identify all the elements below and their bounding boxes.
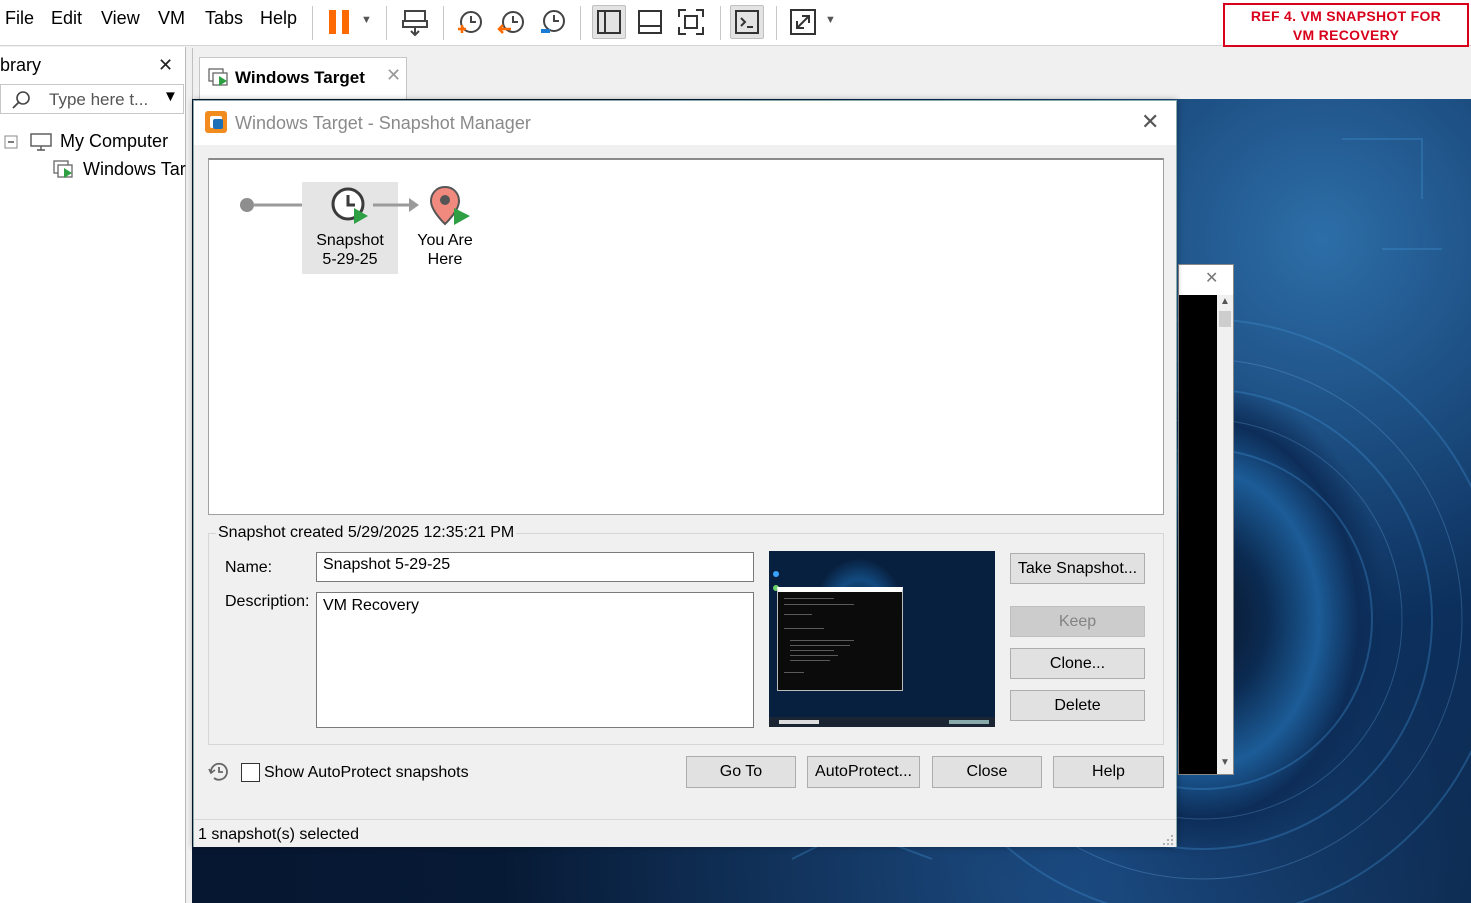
take-snapshot-icon[interactable] — [453, 5, 487, 39]
stretch-guest-icon[interactable] — [786, 5, 820, 39]
you-are-here-label: You Are Here — [405, 231, 485, 269]
desktop-icon — [773, 571, 779, 577]
chevron-up-icon[interactable]: ▲ — [1220, 296, 1230, 307]
annotation-line-1: REF 4. VM SNAPSHOT FOR — [1250, 8, 1442, 24]
go-to-button[interactable]: Go To — [686, 756, 796, 788]
dialog-titlebar: Windows Target - Snapshot Manager ✕ — [194, 101, 1176, 145]
snapshot-thumbnail — [769, 551, 995, 727]
menu-toolbar: File Edit View VM Tabs Help ▼ ▼ REF 4. V… — [0, 0, 1471, 47]
resize-grip-icon[interactable] — [1162, 834, 1174, 846]
thumbnail-console-window — [777, 587, 903, 691]
menu-view[interactable]: View — [101, 8, 140, 29]
menu-file[interactable]: File — [5, 8, 34, 29]
menu-edit[interactable]: Edit — [51, 8, 82, 29]
pause-icon[interactable] — [322, 5, 356, 39]
snapshot-manager-icon[interactable] — [536, 5, 570, 39]
library-search-placeholder: Type here t... — [49, 90, 149, 109]
search-icon — [12, 91, 30, 109]
snapshot-clock-icon[interactable] — [330, 186, 370, 226]
console-scrollbar[interactable]: ▲ ▼ — [1217, 295, 1233, 774]
console-titlebar: ✕ — [1179, 265, 1233, 295]
vm-running-icon — [53, 160, 73, 179]
send-ctrl-alt-del-icon[interactable] — [398, 5, 432, 39]
snapshot-manager-dialog: Windows Target - Snapshot Manager ✕ Snap… — [193, 100, 1177, 847]
library-header: ibrary ✕ — [0, 53, 186, 79]
name-label: Name: — [225, 559, 273, 576]
show-library-icon[interactable] — [592, 5, 626, 39]
chevron-down-icon[interactable]: ▼ — [163, 88, 178, 105]
you-are-here-pin-icon — [429, 185, 470, 226]
snapshot-created-label: Snapshot created 5/29/2025 12:35:21 PM — [216, 524, 517, 542]
library-title: ibrary — [0, 55, 42, 75]
close-icon[interactable]: ✕ — [386, 65, 401, 86]
you-are-here-line2: Here — [427, 251, 463, 268]
snapshot-label-line1: Snapshot — [316, 232, 384, 249]
vm-running-icon — [208, 68, 228, 86]
menu-help[interactable]: Help — [260, 8, 297, 29]
guest-console-window[interactable]: ✕ ▲ ▼ — [1178, 264, 1234, 775]
tree-label: Windows Tar — [83, 159, 186, 179]
annotation-line-2: VM RECOVERY — [1292, 27, 1400, 43]
you-are-here-line1: You Are — [417, 232, 473, 249]
autoprotect-button[interactable]: AutoProtect... — [807, 756, 920, 788]
vmware-logo-icon — [205, 111, 227, 133]
thumbnail-taskbar — [769, 717, 995, 727]
console-view-icon[interactable] — [730, 5, 764, 39]
status-text: 1 snapshot(s) selected — [198, 826, 359, 843]
show-autoprotect-label[interactable]: Show AutoProtect snapshots — [264, 764, 469, 782]
tree-label: My Computer — [60, 131, 169, 151]
take-snapshot-button[interactable]: Take Snapshot... — [1010, 553, 1145, 584]
tab-label: Windows Target — [235, 68, 365, 87]
chevron-down-icon[interactable]: ▼ — [825, 14, 836, 26]
annotation-label: REF 4. VM SNAPSHOT FOR VM RECOVERY — [1223, 3, 1469, 47]
keep-button[interactable]: Keep — [1010, 606, 1145, 637]
description-label: Description: — [225, 593, 310, 610]
chevron-down-icon[interactable]: ▼ — [361, 14, 372, 26]
chevron-down-icon[interactable]: ▼ — [1220, 757, 1230, 768]
close-icon[interactable]: ✕ — [1141, 109, 1159, 135]
dialog-status-bar: 1 snapshot(s) selected — [194, 819, 1176, 847]
close-button[interactable]: Close — [932, 756, 1042, 788]
tree-item-windows-target[interactable]: Windows Tar — [52, 159, 186, 181]
delete-button[interactable]: Delete — [1010, 690, 1145, 721]
tab-windows-target[interactable]: Windows Target ✕ — [199, 57, 407, 99]
show-autoprotect-checkbox[interactable] — [241, 763, 260, 782]
autoprotect-history-icon — [208, 762, 228, 781]
tree-arrow-connector — [373, 198, 419, 212]
snapshot-node-label[interactable]: Snapshot 5-29-25 — [307, 231, 393, 269]
tab-bar: Windows Target ✕ — [192, 48, 1471, 99]
revert-snapshot-icon[interactable] — [495, 5, 529, 39]
snapshot-name-field[interactable]: Snapshot 5-29-25 — [316, 552, 754, 582]
snapshot-description-field[interactable]: VM Recovery — [316, 592, 754, 728]
dialog-title: Windows Target - Snapshot Manager — [235, 113, 531, 133]
library-panel: ibrary ✕ Type here t... ▼ My Computer Wi… — [0, 47, 186, 903]
snapshot-tree[interactable]: Snapshot 5-29-25 You Are Here — [208, 158, 1164, 515]
close-icon[interactable]: ✕ — [1205, 268, 1218, 288]
scrollbar-thumb[interactable] — [1219, 311, 1231, 327]
tree-item-my-computer[interactable]: My Computer — [4, 131, 168, 152]
close-icon[interactable]: ✕ — [158, 55, 173, 76]
help-button[interactable]: Help — [1053, 756, 1164, 788]
menu-tabs[interactable]: Tabs — [205, 8, 243, 29]
full-screen-icon[interactable] — [674, 5, 708, 39]
library-search-input[interactable]: Type here t... ▼ — [0, 84, 184, 114]
menu-vm[interactable]: VM — [158, 8, 185, 29]
computer-icon — [30, 133, 52, 151]
thumbnail-bar-icon[interactable] — [633, 5, 667, 39]
clone-button[interactable]: Clone... — [1010, 648, 1145, 679]
collapse-icon[interactable] — [4, 135, 18, 149]
snapshot-label-line2: 5-29-25 — [322, 251, 378, 268]
